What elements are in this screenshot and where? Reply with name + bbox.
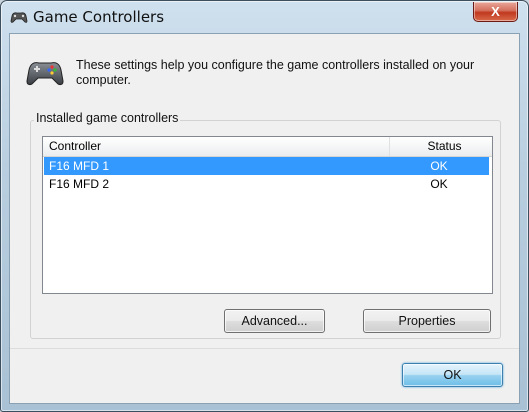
- close-button[interactable]: X: [473, 2, 518, 22]
- properties-button[interactable]: Properties: [363, 309, 491, 333]
- close-icon: X: [491, 4, 500, 19]
- separator: [10, 348, 519, 349]
- title-bar[interactable]: Game Controllers X: [1, 1, 528, 33]
- controller-name: F16 MFD 1: [49, 159, 110, 173]
- advanced-button[interactable]: Advanced...: [224, 309, 325, 333]
- column-header-status[interactable]: Status: [391, 137, 492, 156]
- game-controllers-window: Game Controllers X These settings help y…: [0, 0, 529, 412]
- game-controller-icon: [25, 56, 65, 88]
- list-header: Controller Status: [43, 137, 492, 157]
- controller-status: OK: [430, 159, 448, 173]
- controller-status: OK: [430, 177, 448, 191]
- group-label: Installed game controllers: [34, 111, 181, 125]
- column-header-controller[interactable]: Controller: [43, 137, 390, 156]
- list-item[interactable]: F16 MFD 2 OK: [44, 175, 489, 193]
- dialog-body: These settings help you configure the ga…: [9, 33, 520, 404]
- game-controller-icon: [10, 10, 28, 24]
- ok-button[interactable]: OK: [402, 363, 503, 387]
- window-title: Game Controllers: [33, 8, 165, 26]
- description-text: These settings help you configure the ga…: [76, 58, 475, 87]
- list-item[interactable]: F16 MFD 1 OK: [44, 157, 489, 175]
- controller-name: F16 MFD 2: [49, 177, 110, 191]
- controllers-list[interactable]: Controller Status F16 MFD 1 OK F16 MFD 2…: [42, 136, 493, 294]
